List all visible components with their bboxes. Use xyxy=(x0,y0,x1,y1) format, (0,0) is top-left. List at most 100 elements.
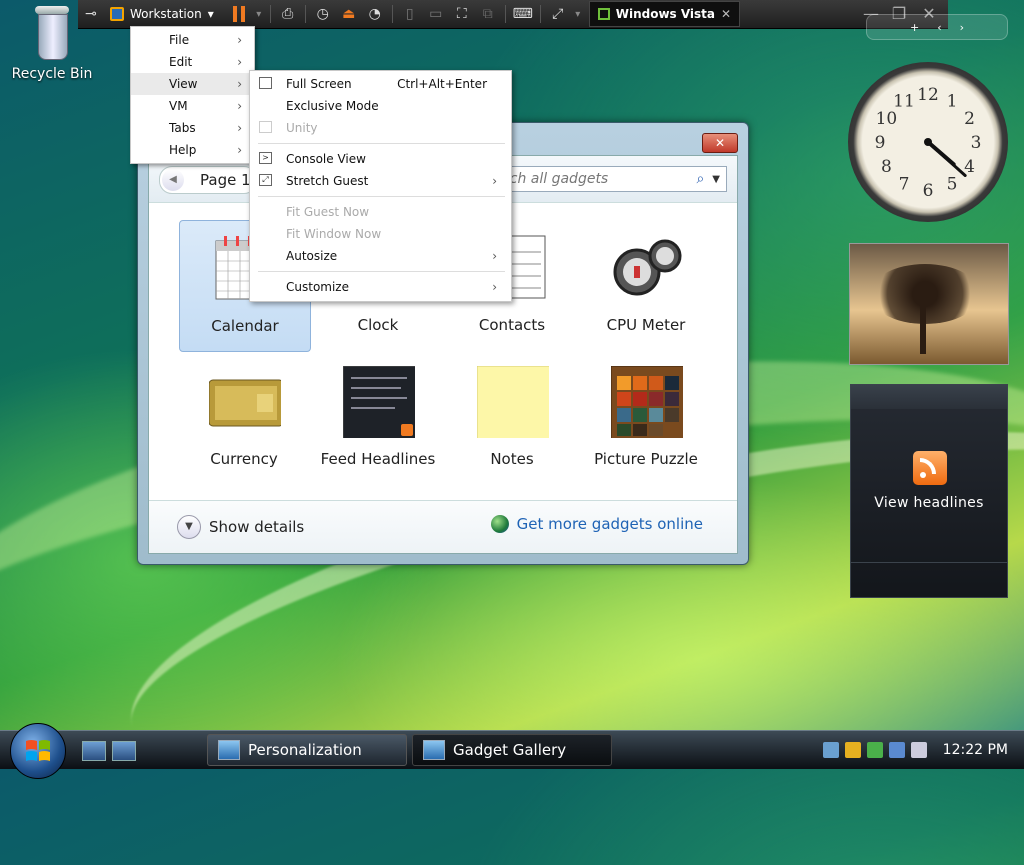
full-screen-icon xyxy=(259,77,272,89)
security-shield-icon[interactable] xyxy=(844,742,861,758)
next-icon[interactable]: › xyxy=(960,21,964,34)
toolbar-divider xyxy=(269,5,271,23)
slideshow-gadget[interactable] xyxy=(849,243,1009,365)
clock-numeral: 6 xyxy=(923,181,934,201)
menu-item-full-screen[interactable]: Full Screen Ctrl+Alt+Enter xyxy=(250,73,511,95)
clock-numeral: 7 xyxy=(899,175,910,195)
network-icon[interactable] xyxy=(888,742,905,758)
gadget-notes[interactable]: Notes xyxy=(447,354,577,484)
close-icon[interactable]: ✕ xyxy=(721,7,731,21)
snapshot-icon[interactable]: ◷ xyxy=(310,2,336,26)
search-placeholder: rch all gadgets xyxy=(504,171,609,187)
currency-thumbnail xyxy=(209,379,281,427)
full-screen-icon[interactable]: ⛶ xyxy=(449,2,475,26)
previous-page-button[interactable]: ◀ xyxy=(162,169,184,191)
show-desktop-icon[interactable] xyxy=(82,741,106,761)
menu-item-label: View xyxy=(169,77,198,91)
send-ctrl-alt-del-icon[interactable]: ⎙ xyxy=(275,2,301,26)
volume-icon[interactable] xyxy=(910,742,927,758)
rss-icon xyxy=(913,451,947,485)
vm-menu: File › Edit › View › VM › Tabs › Help › xyxy=(130,26,255,164)
chevron-right-icon: › xyxy=(237,121,242,135)
stretch-guest-icon[interactable]: ⤢ xyxy=(545,2,571,26)
gadget-feed-headlines[interactable]: Feed Headlines xyxy=(313,354,443,484)
stretch-guest-icon: ⤢ xyxy=(259,174,272,186)
gadget-picture-puzzle[interactable]: Picture Puzzle xyxy=(581,354,711,484)
pin-icon[interactable]: ⊸ xyxy=(78,2,104,26)
gadget-label: Picture Puzzle xyxy=(594,450,698,468)
search-gadgets-field[interactable]: rch all gadgets ⌕ ▼ xyxy=(489,166,727,192)
menu-item-label: Stretch Guest xyxy=(286,174,369,188)
minute-hand xyxy=(926,140,967,177)
gallery-footer: ▼ Show details Get more gadgets online xyxy=(149,500,737,553)
tree-trunk xyxy=(920,304,926,354)
feed-headlines-gadget[interactable]: View headlines xyxy=(850,384,1008,598)
gadget-label: Calendar xyxy=(211,317,279,335)
menu-item-unity: Unity xyxy=(250,117,511,139)
taskbar: Personalization Gadget Gallery 12:22 PM xyxy=(0,723,1024,779)
view-headlines-link[interactable]: View headlines xyxy=(851,495,1007,511)
taskbar-item-gadget-gallery[interactable]: Gadget Gallery xyxy=(412,734,612,766)
clock-center xyxy=(924,138,932,146)
search-icon[interactable]: ⌕ xyxy=(696,171,704,187)
toolbar-divider xyxy=(304,5,306,23)
menu-item-autosize[interactable]: Autosize › xyxy=(250,245,511,267)
console-view-icon[interactable]: ⌨ xyxy=(510,2,536,26)
switch-windows-icon[interactable] xyxy=(112,741,136,761)
clock-face: 12 1234567891011 xyxy=(875,85,982,201)
clock-numeral: 3 xyxy=(971,133,982,153)
menu-separator xyxy=(258,143,505,144)
previous-icon[interactable]: ‹ xyxy=(937,21,941,34)
clock-numeral: 10 xyxy=(876,109,898,129)
menu-item-view[interactable]: View › xyxy=(131,73,254,95)
menu-separator xyxy=(258,271,505,272)
unity-icon xyxy=(259,121,272,133)
update-check-icon[interactable] xyxy=(866,742,883,758)
chevron-down-icon[interactable]: ▼ xyxy=(712,174,720,185)
snapshot-manager-icon[interactable]: ◔ xyxy=(362,2,388,26)
chevron-right-icon: › xyxy=(492,280,497,294)
workstation-menu-button[interactable]: Workstation ▾ xyxy=(104,7,220,21)
menu-item-customize[interactable]: Customize › xyxy=(250,276,511,298)
chevron-right-icon: › xyxy=(237,33,242,47)
show-library-icon[interactable]: ▯ xyxy=(397,2,423,26)
power-dropdown-icon[interactable]: ▾ xyxy=(252,2,266,26)
revert-snapshot-icon[interactable]: ⏏ xyxy=(336,2,362,26)
thumbnail-bar-icon[interactable]: ▭ xyxy=(423,2,449,26)
menu-item-exclusive-mode[interactable]: Exclusive Mode xyxy=(250,95,511,117)
console-view-icon: > xyxy=(259,152,272,164)
menu-item-edit[interactable]: Edit › xyxy=(131,51,254,73)
clock-numeral: 12 xyxy=(917,85,939,105)
menu-item-file[interactable]: File › xyxy=(131,29,254,51)
clock-numeral: 2 xyxy=(964,109,975,129)
start-button[interactable] xyxy=(10,723,66,779)
clock-numeral: 5 xyxy=(947,175,958,195)
unity-icon[interactable]: ⧉ xyxy=(475,2,501,26)
clock-gadget[interactable]: 12 1 2 3 4 5 6 7 8 9 10 11 xyxy=(848,62,1008,222)
taskbar-item-personalization[interactable]: Personalization xyxy=(207,734,407,766)
recycle-bin-icon xyxy=(33,4,71,60)
menu-item-tabs[interactable]: Tabs › xyxy=(131,117,254,139)
show-details-label: Show details xyxy=(209,518,305,536)
stretch-dropdown-icon[interactable]: ▾ xyxy=(571,2,585,26)
gadget-currency[interactable]: Currency xyxy=(179,354,309,484)
get-more-gadgets-link[interactable]: Get more gadgets online xyxy=(490,515,703,533)
menu-item-stretch-guest[interactable]: ⤢ Stretch Guest › xyxy=(250,170,511,192)
close-button[interactable]: ✕ xyxy=(702,133,738,153)
network-sidebar-icon[interactable] xyxy=(822,742,839,758)
menu-item-console-view[interactable]: > Console View xyxy=(250,148,511,170)
menu-item-fit-window-now: Fit Window Now xyxy=(250,223,511,245)
pause-button[interactable] xyxy=(226,2,252,26)
clock-time[interactable]: 12:22 PM xyxy=(943,742,1008,758)
personalization-icon xyxy=(218,740,240,760)
vmware-logo-icon xyxy=(110,7,124,21)
menu-item-vm[interactable]: VM › xyxy=(131,95,254,117)
feed-gadget-header xyxy=(851,385,1007,409)
show-details-button[interactable]: ▼ Show details xyxy=(177,515,304,539)
tab-windows-vista[interactable]: Windows Vista ✕ xyxy=(588,1,741,27)
chevron-right-icon: › xyxy=(492,249,497,263)
add-gadget-icon[interactable]: + xyxy=(910,21,919,34)
gadget-cpu-meter[interactable]: CPU Meter xyxy=(581,220,711,350)
chevron-right-icon: › xyxy=(237,77,242,91)
menu-item-help[interactable]: Help › xyxy=(131,139,254,161)
